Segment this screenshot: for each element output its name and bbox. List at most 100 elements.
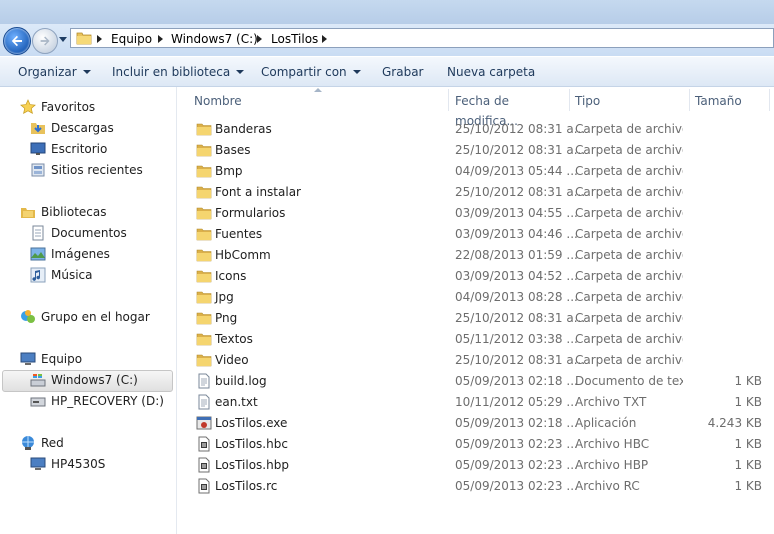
desktop-icon	[30, 142, 46, 155]
file-type: Documento de tex...	[575, 374, 683, 388]
network-icon	[22, 436, 34, 450]
text-file-icon	[196, 394, 212, 410]
file-type: Carpeta de archivos	[575, 353, 683, 367]
file-row[interactable]: Bmp 04/09/2013 05:44 ... Carpeta de archiv…	[177, 161, 774, 182]
file-row[interactable]: HbComm 22/08/2013 01:59 ... Carpeta de arc…	[177, 245, 774, 266]
column-header-name[interactable]: Nombre	[194, 91, 448, 113]
column-header-type[interactable]: Tipo	[575, 91, 689, 113]
folder-icon	[196, 205, 212, 221]
file-row[interactable]: Bases 25/10/2012 08:31 a... Carpeta de arc…	[177, 140, 774, 161]
documents-icon	[32, 225, 44, 241]
file-date: 25/10/2012 08:31 a...	[455, 143, 586, 157]
file-date: 25/10/2012 08:31 a...	[455, 185, 586, 199]
music-icon	[30, 267, 46, 283]
file-size: 1 KB	[734, 458, 762, 472]
file-date: 25/10/2012 08:31 a...	[455, 122, 586, 136]
file-type: Archivo HBP	[575, 458, 649, 472]
file-type: Carpeta de archivos	[575, 311, 683, 325]
back-button[interactable]	[3, 27, 31, 55]
file-row[interactable]: Formularios 03/09/2013 04:55 ... Carpeta d…	[177, 203, 774, 224]
folder-icon	[196, 121, 212, 137]
file-row[interactable]: Png 25/10/2012 08:31 a... Carpeta de archi…	[177, 308, 774, 329]
file-list-pane: Nombre Fecha de modifica... Tipo Tamaño …	[177, 87, 774, 534]
file-row[interactable]: LosTilos.exe 05/09/2013 02:18 ... Aplicaci…	[177, 413, 774, 434]
file-date: 03/09/2013 04:46 ...	[455, 227, 578, 241]
file-row[interactable]: ean.txt 10/11/2012 05:29 ... Archivo TXT 1 …	[177, 392, 774, 413]
file-type: Carpeta de archivos	[575, 269, 683, 283]
file-type: Carpeta de archivos	[575, 206, 683, 220]
file-name: LosTilos.rc	[215, 479, 278, 493]
back-arrow-icon	[11, 35, 22, 47]
file-name: Png	[215, 311, 238, 325]
address-bar[interactable]: Equipo Windows7 (C:) LosTilos	[70, 28, 774, 48]
file-row[interactable]: Textos 05/11/2012 03:38 ... Carpeta de arc…	[177, 329, 774, 350]
file-name: ean.txt	[215, 395, 258, 409]
file-row[interactable]: Icons 03/09/2013 04:52 ... Carpeta de arch…	[177, 266, 774, 287]
hb-file-icon	[196, 436, 212, 452]
text-file-icon	[196, 373, 212, 389]
file-name: LosTilos.hbp	[215, 458, 289, 472]
file-date: 10/11/2012 05:29 ...	[455, 395, 578, 409]
file-size: 1 KB	[734, 437, 762, 451]
include-in-library-button[interactable]: Incluir en biblioteca	[112, 65, 245, 79]
share-with-button[interactable]: Compartir con	[261, 65, 361, 79]
column-divider[interactable]	[689, 89, 690, 111]
breadcrumb-separator[interactable]	[257, 35, 262, 43]
file-name: Icons	[215, 269, 247, 283]
file-date: 05/09/2013 02:18 ...	[455, 374, 578, 388]
file-row[interactable]: build.log 05/09/2013 02:18 ... Documento d…	[177, 371, 774, 392]
forward-button[interactable]	[32, 28, 58, 54]
images-icon	[30, 247, 46, 261]
libraries-icon	[21, 208, 35, 218]
breadcrumb-drive[interactable]: Windows7 (C:)	[171, 32, 258, 46]
file-row[interactable]: Jpg 04/09/2013 08:28 ... Carpeta de archiv…	[177, 287, 774, 308]
file-name: Formularios	[215, 206, 286, 220]
file-row[interactable]: LosTilos.hbc 05/09/2013 02:23 ... Archivo …	[177, 434, 774, 455]
folder-icon	[196, 331, 212, 347]
column-divider[interactable]	[569, 89, 570, 111]
file-name: Font a instalar	[215, 185, 301, 199]
file-row[interactable]: LosTilos.rc 05/09/2013 02:23 ... Archivo R…	[177, 476, 774, 497]
file-size: 1 KB	[734, 395, 762, 409]
file-row[interactable]: Video 25/10/2012 08:31 a... Carpeta de arc…	[177, 350, 774, 371]
file-row[interactable]: Fuentes 03/09/2013 04:46 ... Carpeta de ar…	[177, 224, 774, 245]
breadcrumb-separator[interactable]	[158, 35, 163, 43]
column-divider[interactable]	[769, 89, 770, 111]
folder-icon	[196, 352, 212, 368]
folder-icon	[196, 184, 212, 200]
file-type: Carpeta de archivos	[575, 143, 683, 157]
breadcrumb-separator[interactable]	[97, 35, 102, 43]
forward-arrow-icon	[40, 36, 50, 46]
breadcrumb-equipo[interactable]: Equipo	[111, 32, 152, 46]
chevron-down-icon	[82, 69, 91, 74]
file-date: 04/09/2013 05:44 ...	[455, 164, 578, 178]
folder-icon	[196, 247, 212, 263]
file-date: 22/08/2013 01:59 ...	[455, 248, 578, 262]
file-name: Video	[215, 353, 249, 367]
column-header-date[interactable]: Fecha de modifica...	[455, 91, 569, 128]
file-name: Fuentes	[215, 227, 263, 241]
file-row[interactable]: LosTilos.hbp 05/09/2013 02:23 ... Archivo …	[177, 455, 774, 476]
new-folder-button[interactable]: Nueva carpeta	[447, 65, 535, 79]
exe-icon	[196, 415, 212, 431]
file-type: Carpeta de archivos	[575, 164, 683, 178]
burn-button[interactable]: Grabar	[382, 65, 424, 79]
recent-pages-dropdown-icon[interactable]	[58, 34, 68, 44]
recent-places-icon	[31, 163, 45, 177]
file-date: 05/09/2013 02:18 ...	[455, 416, 578, 430]
breadcrumb-lostilos[interactable]: LosTilos	[271, 32, 318, 46]
file-row[interactable]: Font a instalar 25/10/2012 08:31 a... Carp…	[177, 182, 774, 203]
chevron-down-icon	[236, 69, 245, 74]
column-header-size[interactable]: Tamaño	[695, 91, 765, 113]
file-date: 03/09/2013 04:52 ...	[455, 269, 578, 283]
file-name: Textos	[215, 332, 253, 346]
column-divider[interactable]	[448, 89, 449, 111]
organize-button[interactable]: Organizar	[18, 65, 91, 79]
breadcrumb-separator[interactable]	[322, 35, 327, 43]
file-type: Archivo HBC	[575, 437, 650, 451]
folder-icon	[196, 142, 212, 158]
window-title-bar	[0, 0, 774, 24]
file-row[interactable]: Banderas 25/10/2012 08:31 a... Carpeta de …	[177, 119, 774, 140]
folder-icon	[76, 32, 92, 45]
file-date: 03/09/2013 04:55 ...	[455, 206, 578, 220]
